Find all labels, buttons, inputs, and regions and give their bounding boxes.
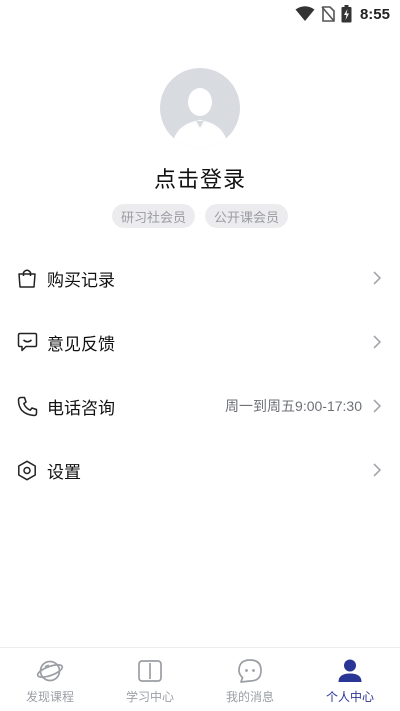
book-icon: [136, 658, 164, 684]
menu-item-purchase-records[interactable]: 购买记录: [0, 246, 400, 310]
tab-label: 学习中心: [125, 690, 174, 704]
profile-header: 点击登录 研习社会员 公开课会员: [0, 68, 400, 228]
tab-discover-courses[interactable]: 发现课程: [0, 648, 100, 711]
login-prompt[interactable]: 点击登录: [154, 162, 246, 194]
user-icon: [336, 658, 364, 684]
chat-bubble-icon: [16, 331, 38, 353]
wifi-icon: [295, 6, 315, 22]
chevron-right-icon: [370, 399, 384, 413]
menu-item-label: 设置: [47, 462, 81, 483]
default-avatar-icon: [172, 88, 228, 148]
battery-charging-icon: [341, 5, 352, 23]
status-bar: 8:55: [0, 0, 400, 28]
avatar[interactable]: [160, 68, 240, 148]
chevron-right-icon: [370, 463, 384, 477]
service-hours: 周一到周五9:00-17:30: [225, 398, 362, 414]
membership-badge-yanxishe: 研习社会员: [111, 204, 195, 228]
membership-badge-open-course: 公开课会员: [205, 204, 289, 228]
settings-hexagon-icon: [16, 459, 38, 481]
menu-item-label: 电话咨询: [47, 398, 115, 419]
message-bubble-icon: [236, 658, 264, 684]
membership-badges: 研习社会员 公开课会员: [111, 204, 289, 228]
menu-item-label: 购买记录: [47, 270, 115, 291]
shopping-bag-icon: [16, 267, 38, 289]
tab-learning-center[interactable]: 学习中心: [100, 648, 200, 711]
menu-item-settings[interactable]: 设置: [0, 438, 400, 502]
menu-item-phone-consult[interactable]: 电话咨询 周一到周五9:00-17:30: [0, 374, 400, 438]
menu-item-label: 意见反馈: [47, 334, 115, 355]
tab-my-messages[interactable]: 我的消息: [200, 648, 300, 711]
chevron-right-icon: [370, 271, 384, 285]
tab-label: 发现课程: [25, 690, 74, 704]
status-time: 8:55: [359, 5, 390, 23]
tab-label: 个人中心: [325, 690, 374, 704]
menu-item-feedback[interactable]: 意见反馈: [0, 310, 400, 374]
tab-label: 我的消息: [225, 690, 274, 704]
no-sim-icon: [321, 6, 335, 22]
phone-icon: [16, 395, 38, 417]
planet-icon: [36, 658, 64, 684]
chevron-right-icon: [370, 335, 384, 349]
bottom-tab-bar: 发现课程 学习中心 我的消息 个人中心: [0, 647, 400, 711]
tab-personal-center[interactable]: 个人中心: [300, 648, 400, 711]
settings-menu: 购买记录 意见反馈 电话咨询 周一到周五9:00-17:30 设置: [0, 246, 400, 502]
